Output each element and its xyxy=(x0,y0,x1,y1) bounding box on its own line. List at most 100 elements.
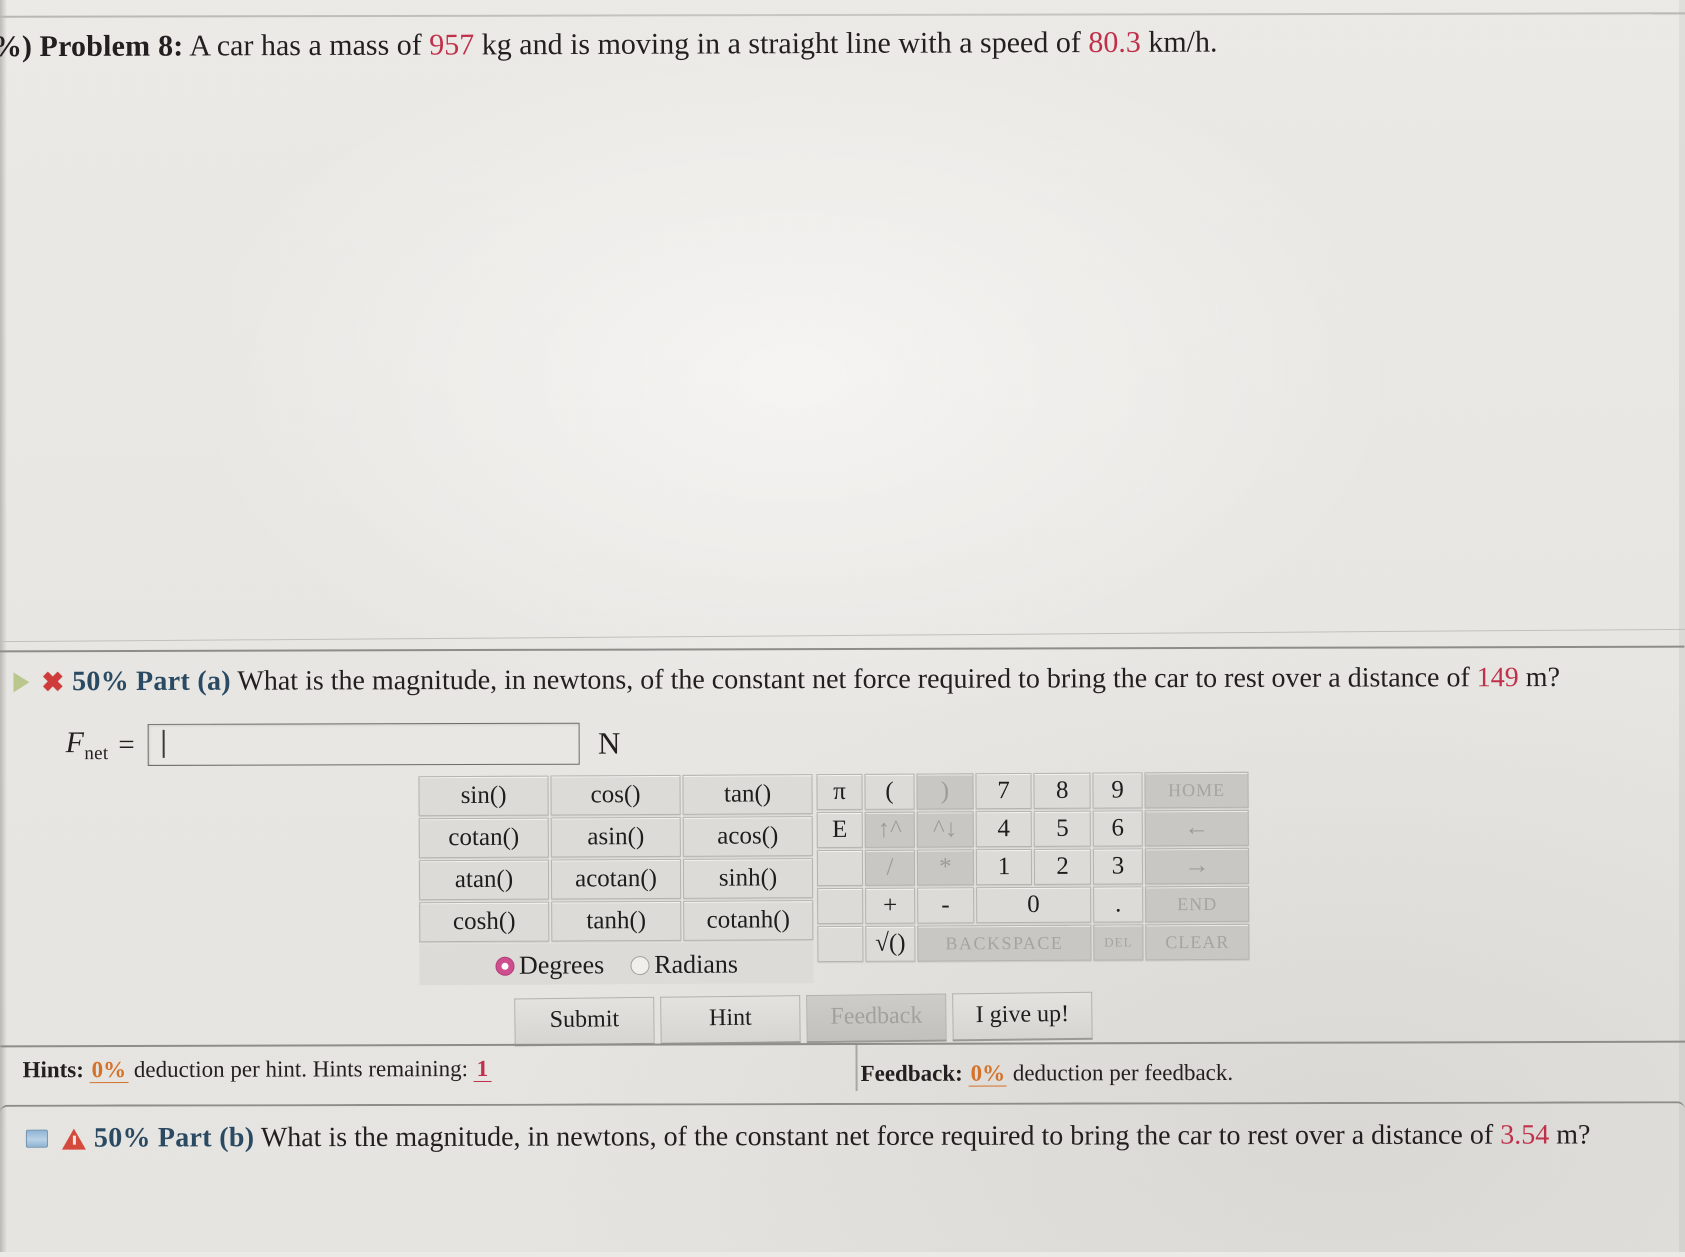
calc-key-atan[interactable]: atan() xyxy=(418,859,550,901)
calc-key-sinh[interactable]: sinh() xyxy=(682,858,814,899)
give-up-button[interactable]: I give up! xyxy=(952,991,1093,1042)
part-a-title: Part (a) xyxy=(135,665,231,697)
calc-key-cosh[interactable]: cosh() xyxy=(419,901,550,943)
equals-sign: = xyxy=(116,728,137,761)
answer-row: Fnet = N xyxy=(65,722,621,767)
part-a-header: ✖ 50% Part (a) What is the magnitude, in … xyxy=(13,660,1684,701)
red-x-icon: ✖ xyxy=(41,667,65,698)
calc-key-backspace[interactable]: BACKSPACE xyxy=(917,924,1092,962)
calc-key-open-paren[interactable]: ( xyxy=(864,773,915,810)
calc-key-blank-1 xyxy=(816,849,864,887)
feedback-label: Feedback: xyxy=(860,1060,963,1086)
part-a-question-text-2: m? xyxy=(1525,661,1561,694)
calc-key-clear[interactable]: CLEAR xyxy=(1145,923,1250,961)
calc-key-dot[interactable]: . xyxy=(1093,886,1144,923)
problem-statement: %) Problem 8: A car has a mass of 957 kg… xyxy=(0,21,1665,67)
answer-variable-label: Fnet xyxy=(65,725,109,764)
calc-key-0[interactable]: 0 xyxy=(975,886,1092,924)
calc-key-cotan[interactable]: cotan() xyxy=(418,817,549,859)
answer-input[interactable] xyxy=(147,722,581,766)
calc-key-acotan[interactable]: acotan() xyxy=(550,858,682,900)
calc-keypad-row: + - 0 . END xyxy=(817,885,1250,925)
calc-key-cos[interactable]: cos() xyxy=(550,774,681,816)
calc-key-multiply[interactable]: * xyxy=(916,849,974,886)
hints-divider xyxy=(855,1044,858,1091)
calc-key-e[interactable]: E xyxy=(816,811,863,849)
calc-key-cotanh[interactable]: cotanh() xyxy=(683,900,814,941)
problem-text-2: kg and is moving in a straight line with… xyxy=(481,26,1081,62)
part-b-header: 50% Part (b) What is the magnitude, in n… xyxy=(25,1117,1591,1156)
problem-label: Problem 8: xyxy=(39,29,184,64)
calculator-function-table: sin() cos() tan() cotan() asin() acos() … xyxy=(416,772,815,987)
calc-key-asin[interactable]: asin() xyxy=(550,816,681,858)
answer-variable-subscript: net xyxy=(84,742,109,764)
hints-text: deduction per hint. Hints remaining: xyxy=(133,1056,469,1082)
calc-fn-row: sin() cos() tan() xyxy=(418,774,813,817)
answer-unit-label: N xyxy=(597,725,621,761)
calc-key-5[interactable]: 5 xyxy=(1033,810,1091,847)
calc-key-2[interactable]: 2 xyxy=(1034,848,1092,885)
action-buttons: Submit Hint Feedback I give up! xyxy=(514,991,1093,1047)
problem-mass-value: 957 xyxy=(429,28,475,62)
problem-speed-value: 80.3 xyxy=(1088,25,1141,60)
radians-radio[interactable] xyxy=(630,956,650,976)
hints-info: Hints: 0% deduction per hint. Hints rema… xyxy=(22,1055,492,1084)
radians-label: Radians xyxy=(654,949,739,979)
feedback-deduction-value: 0% xyxy=(968,1060,1008,1087)
part-a-question-text-1: What is the magnitude, in newtons, of th… xyxy=(237,662,1470,697)
blue-book-icon[interactable] xyxy=(25,1129,48,1148)
problem-text-1: A car has a mass of xyxy=(189,28,422,63)
hints-label: Hints: xyxy=(22,1057,84,1083)
hints-deduction-value: 0% xyxy=(89,1056,129,1084)
calc-key-tanh[interactable]: tanh() xyxy=(551,900,682,942)
calculator-keypad: sin() cos() tan() cotan() asin() acos() … xyxy=(416,770,1251,988)
calc-key-power-up[interactable]: ↑^ xyxy=(864,811,915,848)
calc-key-1[interactable]: 1 xyxy=(975,848,1033,886)
calc-key-3[interactable]: 3 xyxy=(1092,848,1144,885)
calc-fn-row: cotan() asin() acos() xyxy=(418,816,813,859)
calc-key-9[interactable]: 9 xyxy=(1092,772,1143,809)
calc-key-minus[interactable]: - xyxy=(917,887,974,924)
calc-key-8[interactable]: 8 xyxy=(1033,772,1091,809)
calculator-keypad-table: π ( ) 7 8 9 HOME E ↑^ ^↓ 4 5 6 ← / * 1 2… xyxy=(814,770,1251,964)
calc-key-acos[interactable]: acos() xyxy=(682,816,813,857)
degrees-label: Degrees xyxy=(518,950,605,980)
green-triangle-icon[interactable] xyxy=(13,672,30,693)
hint-button[interactable]: Hint xyxy=(660,995,801,1045)
degrees-radio[interactable] xyxy=(494,956,515,976)
calc-key-end[interactable]: END xyxy=(1145,885,1250,923)
calc-keypad-row: √() BACKSPACE DEL CLEAR xyxy=(817,923,1250,963)
feedback-info: Feedback: 0% deduction per feedback. xyxy=(861,1060,1234,1087)
calc-key-plus[interactable]: + xyxy=(865,887,916,924)
calc-key-6[interactable]: 6 xyxy=(1092,810,1143,847)
part-a-panel: ✖ 50% Part (a) What is the magnitude, in … xyxy=(0,645,1685,1094)
part-b-distance-value: 3.54 xyxy=(1500,1119,1550,1151)
calc-key-divide[interactable]: / xyxy=(864,849,916,886)
calc-fn-row: atan() acotan() sinh() xyxy=(418,858,814,901)
part-b-panel: 50% Part (b) What is the magnitude, in n… xyxy=(0,1101,1685,1257)
calc-key-left-arrow-icon[interactable]: ← xyxy=(1144,809,1249,847)
calc-key-power-down[interactable]: ^↓ xyxy=(916,811,974,848)
problem-text-3: km/h. xyxy=(1148,25,1218,59)
part-a-distance-value: 149 xyxy=(1476,662,1519,694)
part-b-question-text-2: m? xyxy=(1556,1119,1591,1151)
submit-button[interactable]: Submit xyxy=(514,996,655,1047)
calc-key-sqrt[interactable]: √() xyxy=(865,925,916,962)
calc-keypad-row: E ↑^ ^↓ 4 5 6 ← xyxy=(816,809,1249,849)
feedback-text: deduction per feedback. xyxy=(1012,1059,1234,1086)
calc-key-7[interactable]: 7 xyxy=(975,772,1032,810)
calc-key-4[interactable]: 4 xyxy=(975,810,1033,848)
calc-key-tan[interactable]: tan() xyxy=(682,774,813,815)
part-b-title: Part (b) xyxy=(157,1122,255,1154)
calc-key-sin[interactable]: sin() xyxy=(418,775,549,817)
part-a-weight: 50% xyxy=(72,665,130,698)
calc-key-close-paren[interactable]: ) xyxy=(916,773,974,810)
calc-key-del[interactable]: DEL xyxy=(1093,924,1144,961)
calc-key-right-arrow-icon[interactable]: → xyxy=(1144,847,1250,885)
problem-percent-prefix: %) xyxy=(0,30,33,64)
feedback-button[interactable]: Feedback xyxy=(806,993,947,1044)
calc-key-pi[interactable]: π xyxy=(816,773,863,811)
calc-key-home[interactable]: HOME xyxy=(1144,771,1249,809)
part-b-weight: 50% xyxy=(93,1122,151,1154)
part-b-question-text-1: What is the magnitude, in newtons, of th… xyxy=(260,1119,1494,1154)
